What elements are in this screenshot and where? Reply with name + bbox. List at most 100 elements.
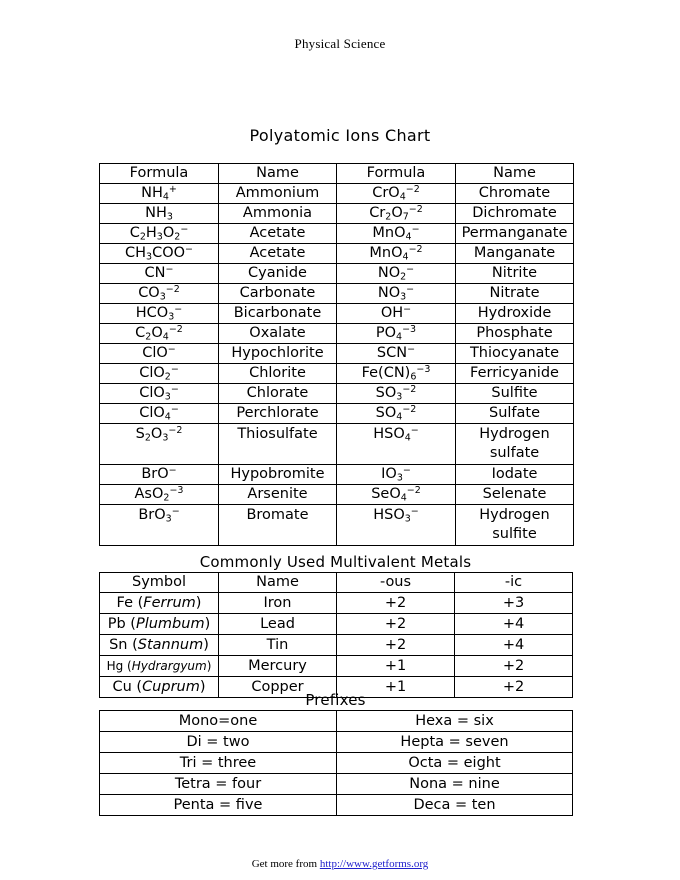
formula-cell: BrO3− xyxy=(99,504,219,546)
page-header: Physical Science xyxy=(0,36,680,52)
formula-cell: C2H3O2− xyxy=(99,223,219,244)
formula-cell: SO4−2 xyxy=(336,403,456,424)
name-cell: Sulfite xyxy=(455,383,574,404)
formula-cell: HSO3− xyxy=(336,504,456,546)
name-cell: Hydroxide xyxy=(455,303,574,324)
column-header-3: Formula xyxy=(336,163,456,184)
table-row: CO3−2 Carbonate NO3− Nitrate xyxy=(99,283,574,304)
name-cell: Chlorate xyxy=(218,383,337,404)
metals-section-title: Commonly Used Multivalent Metals xyxy=(199,553,472,571)
prefix-left-cell: Tetra = four xyxy=(99,773,337,795)
symbol-cell: Pb (Plumbum) xyxy=(99,613,219,635)
name-cell: Tin xyxy=(218,634,337,656)
formula-cell: Cr2O7−2 xyxy=(336,203,456,224)
formula-cell: C2O4−2 xyxy=(99,323,219,344)
table-row: C2O4−2 Oxalate PO4−3 Phosphate xyxy=(99,323,574,344)
multivalent-metals-section: Commonly Used Multivalent Metals Symbol N… xyxy=(99,553,573,698)
ous-cell: +2 xyxy=(336,634,455,656)
formula-cell: NH4+ xyxy=(99,183,219,204)
name-cell: Lead xyxy=(218,613,337,635)
name-cell: Acetate xyxy=(218,243,337,264)
name-cell: Manganate xyxy=(455,243,574,264)
table-row: Pb (Plumbum) Lead +2 +4 xyxy=(99,613,573,635)
table-row: BrO3− Bromate HSO3− Hydrogen sulfite xyxy=(99,504,574,546)
name-cell: Permanganate xyxy=(455,223,574,244)
ic-cell: +2 xyxy=(454,655,573,677)
prefix-left-cell: Tri = three xyxy=(99,752,337,774)
formula-cell: HCO3− xyxy=(99,303,219,324)
table-row: NH3 Ammonia Cr2O7−2 Dichromate xyxy=(99,203,574,224)
name-cell: Iron xyxy=(218,592,337,614)
ic-cell: +3 xyxy=(454,592,573,614)
symbol-cell: Fe (Ferrum) xyxy=(99,592,219,614)
formula-cell: ClO3− xyxy=(99,383,219,404)
name-cell: Perchlorate xyxy=(218,403,337,424)
formula-cell: OH− xyxy=(336,303,456,324)
name-cell: Cyanide xyxy=(218,263,337,284)
ic-cell: +4 xyxy=(454,634,573,656)
formula-cell: CO3−2 xyxy=(99,283,219,304)
name-cell: Chromate xyxy=(455,183,574,204)
name-cell: Bromate xyxy=(218,504,337,546)
polyatomic-ions-section: Formula Name Formula Name NH4+ Ammonium CrO4−… xyxy=(99,163,574,546)
page-title-text: Polyatomic Ions Chart xyxy=(249,126,431,145)
name-cell: Oxalate xyxy=(218,323,337,344)
name-cell: Thiocyanate xyxy=(455,343,574,364)
table-row: ClO− Hypochlorite SCN− Thiocyanate xyxy=(99,343,574,364)
name-cell: Mercury xyxy=(218,655,337,677)
name-cell: Nitrate xyxy=(455,283,574,304)
formula-cell: SeO4−2 xyxy=(336,484,456,505)
table-row: NH4+ Ammonium CrO4−2 Chromate xyxy=(99,183,574,204)
table-row: CH3COO− Acetate MnO4−2 Manganate xyxy=(99,243,574,264)
ic-cell: +4 xyxy=(454,613,573,635)
prefix-right-cell: Hepta = seven xyxy=(336,731,573,753)
formula-cell: CN− xyxy=(99,263,219,284)
column-header-4: Name xyxy=(455,163,574,184)
name-cell: Ferricyanide xyxy=(455,363,574,384)
getforms-link[interactable]: http://www.getforms.org xyxy=(320,858,428,870)
table-row: Sn (Stannum) Tin +2 +4 xyxy=(99,634,573,656)
formula-cell: NO3− xyxy=(336,283,456,304)
name-cell: Chlorite xyxy=(218,363,337,384)
name-cell: Hypochlorite xyxy=(218,343,337,364)
column-header-2: Name xyxy=(218,572,337,593)
symbol-cell: Sn (Stannum) xyxy=(99,634,219,656)
name-cell: Sulfate xyxy=(455,403,574,424)
formula-cell: PO4−3 xyxy=(336,323,456,344)
formula-cell: SCN− xyxy=(336,343,456,364)
name-cell: Thiosulfate xyxy=(218,423,337,465)
symbol-cell: Hg (Hydrargyum) xyxy=(99,655,219,677)
name-cell: Acetate xyxy=(218,223,337,244)
prefixes-section-title: Prefixes xyxy=(305,691,366,709)
prefix-left-cell: Mono=one xyxy=(99,710,337,732)
table-header-row: Formula Name Formula Name xyxy=(99,163,574,184)
ous-cell: +1 xyxy=(336,655,455,677)
table-row: ClO2− Chlorite Fe(CN)6−3 Ferricyanide xyxy=(99,363,574,384)
table-header-row: Symbol Name -ous -ic xyxy=(99,572,573,593)
ous-cell: +2 xyxy=(336,592,455,614)
table-row: Penta = five Deca = ten xyxy=(99,794,573,816)
prefixes-section: Prefixes Mono=one Hexa = six Di = two Hepta… xyxy=(99,691,573,816)
formula-cell: SO3−2 xyxy=(336,383,456,404)
name-cell: Ammonium xyxy=(218,183,337,204)
name-cell: Selenate xyxy=(455,484,574,505)
column-header-4: -ic xyxy=(454,572,573,593)
column-header-1: Formula xyxy=(99,163,219,184)
column-header-3: -ous xyxy=(336,572,455,593)
multivalent-metals-table: Symbol Name -ous -ic Fe (Ferrum) Iron +2 +3 Pb … xyxy=(99,572,573,698)
table-row: CN− Cyanide NO2− Nitrite xyxy=(99,263,574,284)
formula-cell: NH3 xyxy=(99,203,219,224)
prefix-right-cell: Deca = ten xyxy=(336,794,573,816)
prefixes-table: Mono=one Hexa = six Di = two Hepta = seven T… xyxy=(99,710,573,816)
column-header-2: Name xyxy=(218,163,337,184)
formula-cell: AsO2−3 xyxy=(99,484,219,505)
formula-cell: ClO4− xyxy=(99,403,219,424)
prefix-left-cell: Di = two xyxy=(99,731,337,753)
name-cell: Arsenite xyxy=(218,484,337,505)
table-row: Mono=one Hexa = six xyxy=(99,710,573,732)
formula-cell: MnO4−2 xyxy=(336,243,456,264)
ous-cell: +2 xyxy=(336,613,455,635)
formula-cell: CH3COO− xyxy=(99,243,219,264)
formula-cell: CrO4−2 xyxy=(336,183,456,204)
page-footer: Get more from http://www.getforms.org xyxy=(0,858,680,870)
